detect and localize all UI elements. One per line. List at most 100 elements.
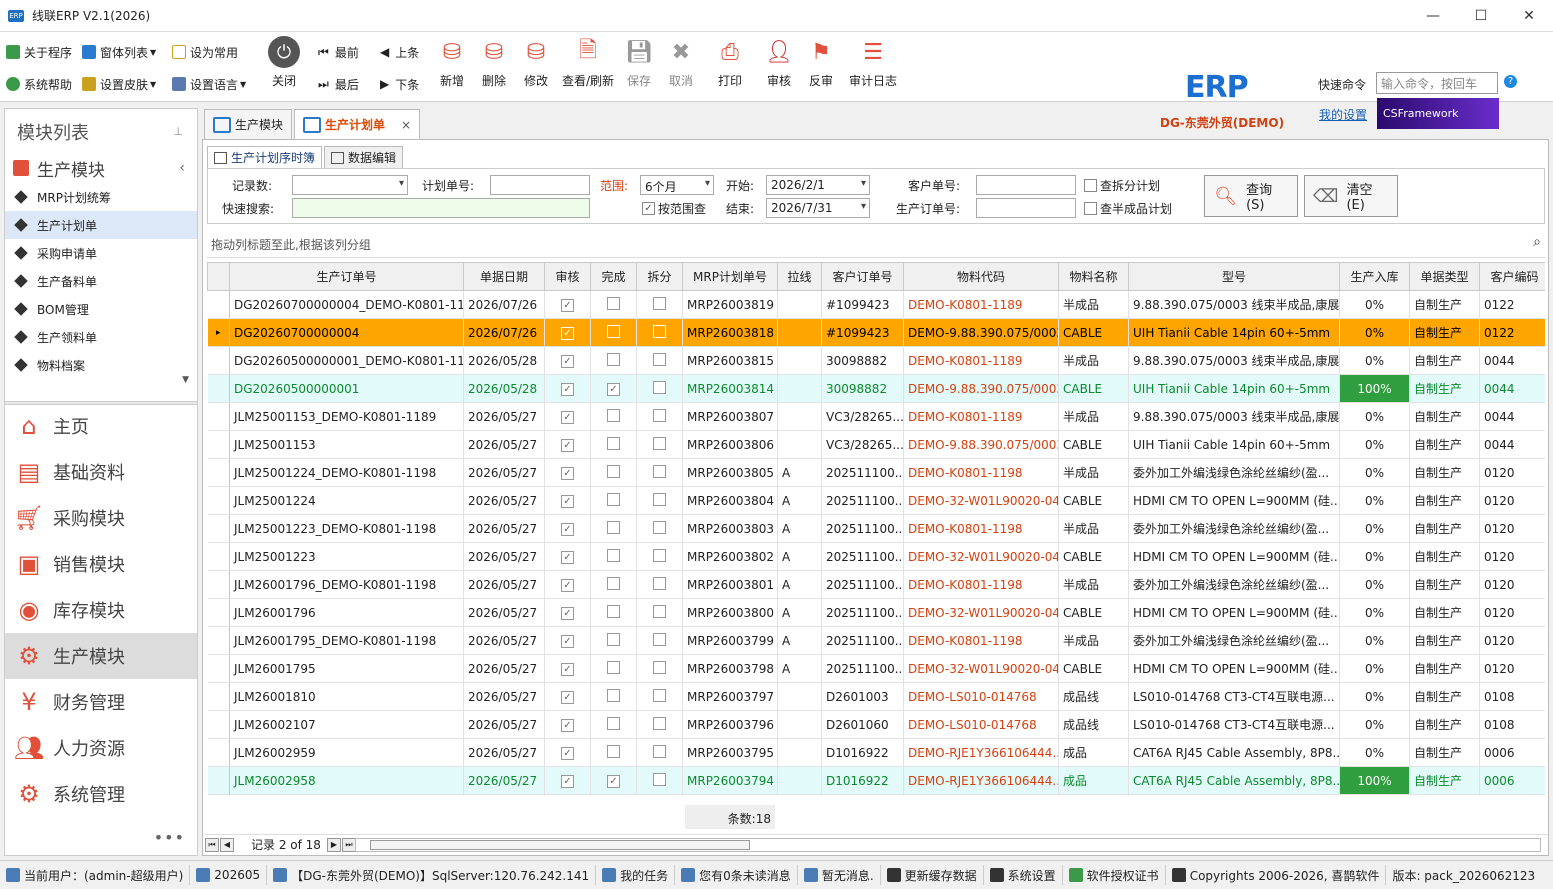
cell-split[interactable] [636,514,683,543]
checkbox[interactable] [653,408,666,422]
cell-done[interactable] [590,570,637,599]
nav-inventory[interactable]: ◉ 库存模块 [5,587,197,633]
cell-material-name[interactable]: 成品线 [1058,710,1129,739]
cell-model[interactable]: CAT6A RJ45 Cable Assembly, 8P8... [1128,766,1340,795]
cell-audit[interactable]: ✓ [544,542,591,571]
cell-line[interactable]: A [777,598,822,627]
nav-purchase[interactable]: 🛒︎ 采购模块 [5,495,197,541]
row-indicator[interactable] [207,682,230,711]
cell-mrp-no[interactable]: MRP26003805 [682,458,778,487]
cell-order-no[interactable]: JLM25001223 [229,542,464,571]
cell-date[interactable]: 2026/05/27 [463,514,545,543]
row-indicator[interactable]: ▸ [207,318,230,347]
cell-audit[interactable]: ✓ [544,598,591,627]
cell-audit[interactable]: ✓ [544,318,591,347]
cell-audit[interactable]: ✓ [544,430,591,459]
cell-model[interactable]: LS010-014768 CT3-CT4互联电源... [1128,710,1340,739]
table-row[interactable]: JLM25001223 2026/05/27 ✓ MRP26003802 A 202511… [207,542,1545,571]
cell-doc-type[interactable]: 自制生产 [1409,626,1480,655]
row-indicator[interactable] [207,346,230,375]
cell-done[interactable] [590,738,637,767]
close-button[interactable]: ⏻ 关闭 [262,36,306,89]
cell-production-inbound[interactable]: 0% [1339,402,1410,431]
checkbox[interactable] [653,436,666,450]
cell-model[interactable]: HDMI CM TO OPEN L=900MM (硅... [1128,486,1340,515]
cell-production-inbound[interactable]: 0% [1339,738,1410,767]
cell-customer-code[interactable]: 0120 [1479,598,1545,627]
cell-date[interactable]: 2026/05/27 [463,430,545,459]
cell-customer-order[interactable]: D1016922 [821,766,904,795]
col-header[interactable]: 拆分 [636,262,683,291]
cell-line[interactable] [777,346,822,375]
cell-customer-code[interactable]: 0006 [1479,738,1545,767]
cell-date[interactable]: 2026/05/27 [463,402,545,431]
checkbox[interactable] [607,464,620,478]
cell-material-code[interactable]: DEMO-9.88.390.075/0003 [903,374,1059,403]
checkbox[interactable] [653,772,666,786]
checkbox[interactable]: ✓ [561,355,574,368]
cell-line[interactable] [777,290,822,319]
audit-button[interactable]: 👤︎ 审核 [757,36,801,89]
col-header[interactable]: 物料代码 [903,262,1059,291]
cell-mrp-no[interactable]: MRP26003807 [682,402,778,431]
cell-line[interactable] [777,738,822,767]
checkbox[interactable]: ✓ [561,691,574,704]
cell-material-name[interactable]: 半成品 [1058,626,1129,655]
col-header[interactable]: 客户编码 [1479,262,1545,291]
cell-doc-type[interactable]: 自制生产 [1409,654,1480,683]
cell-production-inbound[interactable]: 0% [1339,542,1410,571]
cell-production-inbound[interactable]: 0% [1339,682,1410,711]
cell-material-name[interactable]: CABLE [1058,430,1129,459]
checkbox[interactable]: ✓ [561,607,574,620]
cell-doc-type[interactable]: 自制生产 [1409,710,1480,739]
table-row[interactable]: DG20260500000001_DEMO-K0801-1189 2026/05/… [207,346,1545,375]
cell-split[interactable] [636,738,683,767]
cell-material-code[interactable]: DEMO-K0801-1189 [903,290,1059,319]
col-header[interactable]: 客户订单号 [821,262,904,291]
cell-audit[interactable]: ✓ [544,402,591,431]
cell-date[interactable]: 2026/05/27 [463,766,545,795]
checkbox[interactable]: ✓ [561,719,574,732]
cell-model[interactable]: 9.88.390.075/0003 线束半成品,康展 [1128,402,1340,431]
nav-sales[interactable]: ▣ 销售模块 [5,541,197,587]
col-header[interactable]: 生产入库 [1339,262,1410,291]
checkbox[interactable] [607,716,620,730]
cell-audit[interactable]: ✓ [544,290,591,319]
cell-split[interactable] [636,766,683,795]
cell-model[interactable]: 9.88.390.075/0003 线束半成品,康展 [1128,290,1340,319]
cell-material-code[interactable]: DEMO-K0801-1198 [903,626,1059,655]
cell-mrp-no[interactable]: MRP26003818 [682,318,778,347]
checkbox[interactable] [607,520,620,534]
cell-done[interactable] [590,542,637,571]
col-header[interactable]: 单据日期 [463,262,545,291]
cell-material-code[interactable]: DEMO-9.88.390.075/0003 [903,318,1059,347]
minimize-button[interactable]: — [1409,0,1457,32]
checkbox[interactable]: ✓ [561,439,574,452]
cell-production-inbound[interactable]: 100% [1339,374,1410,403]
col-header[interactable]: 物料名称 [1058,262,1129,291]
cell-done[interactable]: ✓ [590,374,637,403]
checkbox[interactable] [653,548,666,562]
cell-model[interactable]: 委外加工外编浅绿色涂纶丝编纱(盈... [1128,626,1340,655]
cell-material-code[interactable]: DEMO-K0801-1198 [903,458,1059,487]
cell-mrp-no[interactable]: MRP26003804 [682,486,778,515]
cell-split[interactable] [636,570,683,599]
cell-mrp-no[interactable]: MRP26003796 [682,710,778,739]
audit-log-button[interactable]: ☰ 审计日志 [846,36,900,89]
status-current-user[interactable]: 当前用户：(admin-超级用户) [0,865,191,885]
close-window-button[interactable]: ✕ [1505,0,1553,32]
row-indicator[interactable] [207,626,230,655]
cell-date[interactable]: 2026/05/27 [463,682,545,711]
tab-production-module[interactable]: 生产模块 [204,109,293,139]
cell-audit[interactable]: ✓ [544,514,591,543]
cell-doc-type[interactable]: 自制生产 [1409,402,1480,431]
prev-record-button[interactable]: ◀ 上条 [380,42,419,62]
sidebar-item-bom[interactable]: BOM管理 [5,295,197,323]
cell-done[interactable] [590,682,637,711]
cell-doc-type[interactable]: 自制生产 [1409,682,1480,711]
cell-customer-order[interactable]: 202511100... [821,458,904,487]
cell-line[interactable]: A [777,654,822,683]
table-row[interactable]: DG20260500000001 2026/05/28 ✓ ✓ MRP26003814 3… [207,374,1545,403]
cell-done[interactable] [590,318,637,347]
cell-customer-order[interactable]: 202511100... [821,570,904,599]
